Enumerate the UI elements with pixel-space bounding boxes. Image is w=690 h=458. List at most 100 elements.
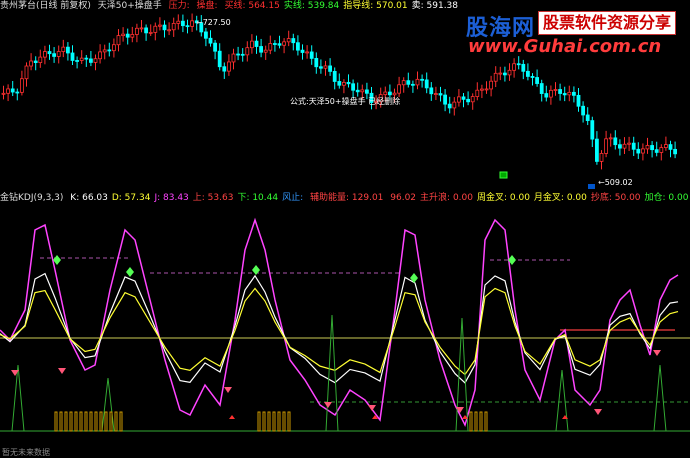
candle-body — [249, 40, 254, 49]
volume-bar — [94, 411, 98, 432]
candle-body — [410, 83, 415, 86]
candle-body — [125, 33, 130, 38]
kdj-indicator-pane[interactable]: 金钻KDJ(9,3,3) K: 66.03 D: 57.34 J: 83.43 上: … — [0, 190, 690, 457]
candle-body — [98, 51, 102, 60]
candle-body — [231, 53, 236, 63]
candle-body — [93, 58, 98, 63]
candle-body — [112, 44, 116, 52]
candle-body — [75, 60, 79, 62]
volume-bar — [479, 411, 483, 432]
candle-body — [443, 94, 448, 105]
candle-body — [502, 72, 507, 76]
candle-body — [6, 88, 10, 94]
signal-spike — [11, 364, 25, 432]
volume-bar — [74, 411, 78, 432]
candle-body — [355, 89, 360, 93]
candle-body — [314, 58, 319, 68]
candle-body — [180, 20, 185, 27]
candle-body — [433, 93, 438, 95]
candle-body — [295, 42, 300, 51]
candle-body — [429, 87, 434, 95]
candle-body — [364, 89, 369, 94]
volume-bar — [484, 411, 488, 432]
candle-body — [153, 25, 158, 33]
candle-body — [535, 77, 539, 84]
candle-body — [185, 25, 190, 28]
volume-bar — [104, 411, 108, 432]
candle-body — [526, 70, 530, 77]
signal-spike — [455, 317, 469, 432]
volume-bar — [262, 411, 266, 432]
candle-body — [424, 79, 429, 89]
kdj-chart[interactable] — [0, 190, 690, 457]
buy-arrow — [229, 415, 235, 419]
candle-body — [452, 101, 457, 109]
trough-marker — [594, 409, 602, 415]
candle-body — [461, 96, 466, 100]
candle-body — [475, 89, 480, 97]
candle-body — [1, 92, 6, 95]
site-watermark: 股海网 股票软件资源分享 www.Guhai.com.cn — [466, 6, 688, 58]
candle-body — [668, 144, 673, 150]
volume-bar — [64, 411, 68, 432]
candle-body — [157, 24, 162, 27]
candle-body — [397, 84, 402, 94]
trough-marker — [653, 350, 661, 356]
formula-note: 公式:天泽50+操盘手 已经删除 — [290, 97, 401, 106]
candle-body — [645, 145, 650, 150]
candle-body — [286, 38, 291, 43]
volume-bar — [114, 411, 118, 432]
candle-body — [236, 53, 241, 56]
candle-body — [47, 51, 52, 55]
candle-body — [585, 114, 590, 122]
candle-body — [134, 27, 139, 35]
candle-body — [498, 72, 503, 75]
candle-body — [268, 43, 273, 51]
sell-marker — [588, 184, 595, 189]
candle-body — [406, 80, 411, 85]
candle-body — [484, 88, 489, 91]
candle-body — [392, 92, 397, 96]
candle-body — [167, 29, 172, 32]
candle-body — [673, 148, 677, 155]
candle-body — [61, 46, 66, 52]
candle-body — [309, 51, 314, 59]
candle-body — [654, 149, 659, 153]
candle-body — [318, 66, 323, 69]
candle-body — [360, 89, 365, 93]
volume-bar — [272, 411, 276, 432]
candle-body — [553, 89, 558, 91]
candle-body — [470, 96, 475, 103]
candle-body — [291, 38, 296, 44]
candle-body — [664, 144, 668, 148]
trough-marker — [368, 405, 376, 411]
candle-body — [558, 89, 562, 94]
candle-body — [66, 46, 70, 54]
candle-body — [15, 91, 20, 94]
trough-marker — [58, 368, 66, 374]
candle-body — [245, 47, 250, 56]
candle-body — [130, 34, 135, 38]
candle-body — [259, 46, 264, 53]
candle-body — [121, 33, 125, 37]
candle-body — [341, 81, 346, 86]
candle-body — [226, 61, 231, 72]
candle-body — [79, 57, 84, 61]
candle-body — [162, 24, 167, 31]
candle-body — [401, 80, 406, 86]
candle-body — [70, 52, 75, 61]
low-price-label: ←509.02 — [598, 178, 633, 187]
candle-body — [56, 51, 61, 57]
volume-bar — [287, 411, 291, 432]
candle-body — [456, 96, 461, 103]
candle-body — [208, 37, 213, 44]
volume-bar — [109, 411, 113, 432]
candle-body — [420, 78, 425, 81]
candle-body — [332, 70, 337, 82]
candle-body — [102, 49, 107, 53]
no-future-data-caption: 暂无未来数据 — [2, 448, 50, 457]
candle-body — [38, 56, 43, 63]
candle-body — [572, 91, 576, 96]
candle-body — [641, 148, 645, 154]
volume-bar — [474, 411, 478, 432]
